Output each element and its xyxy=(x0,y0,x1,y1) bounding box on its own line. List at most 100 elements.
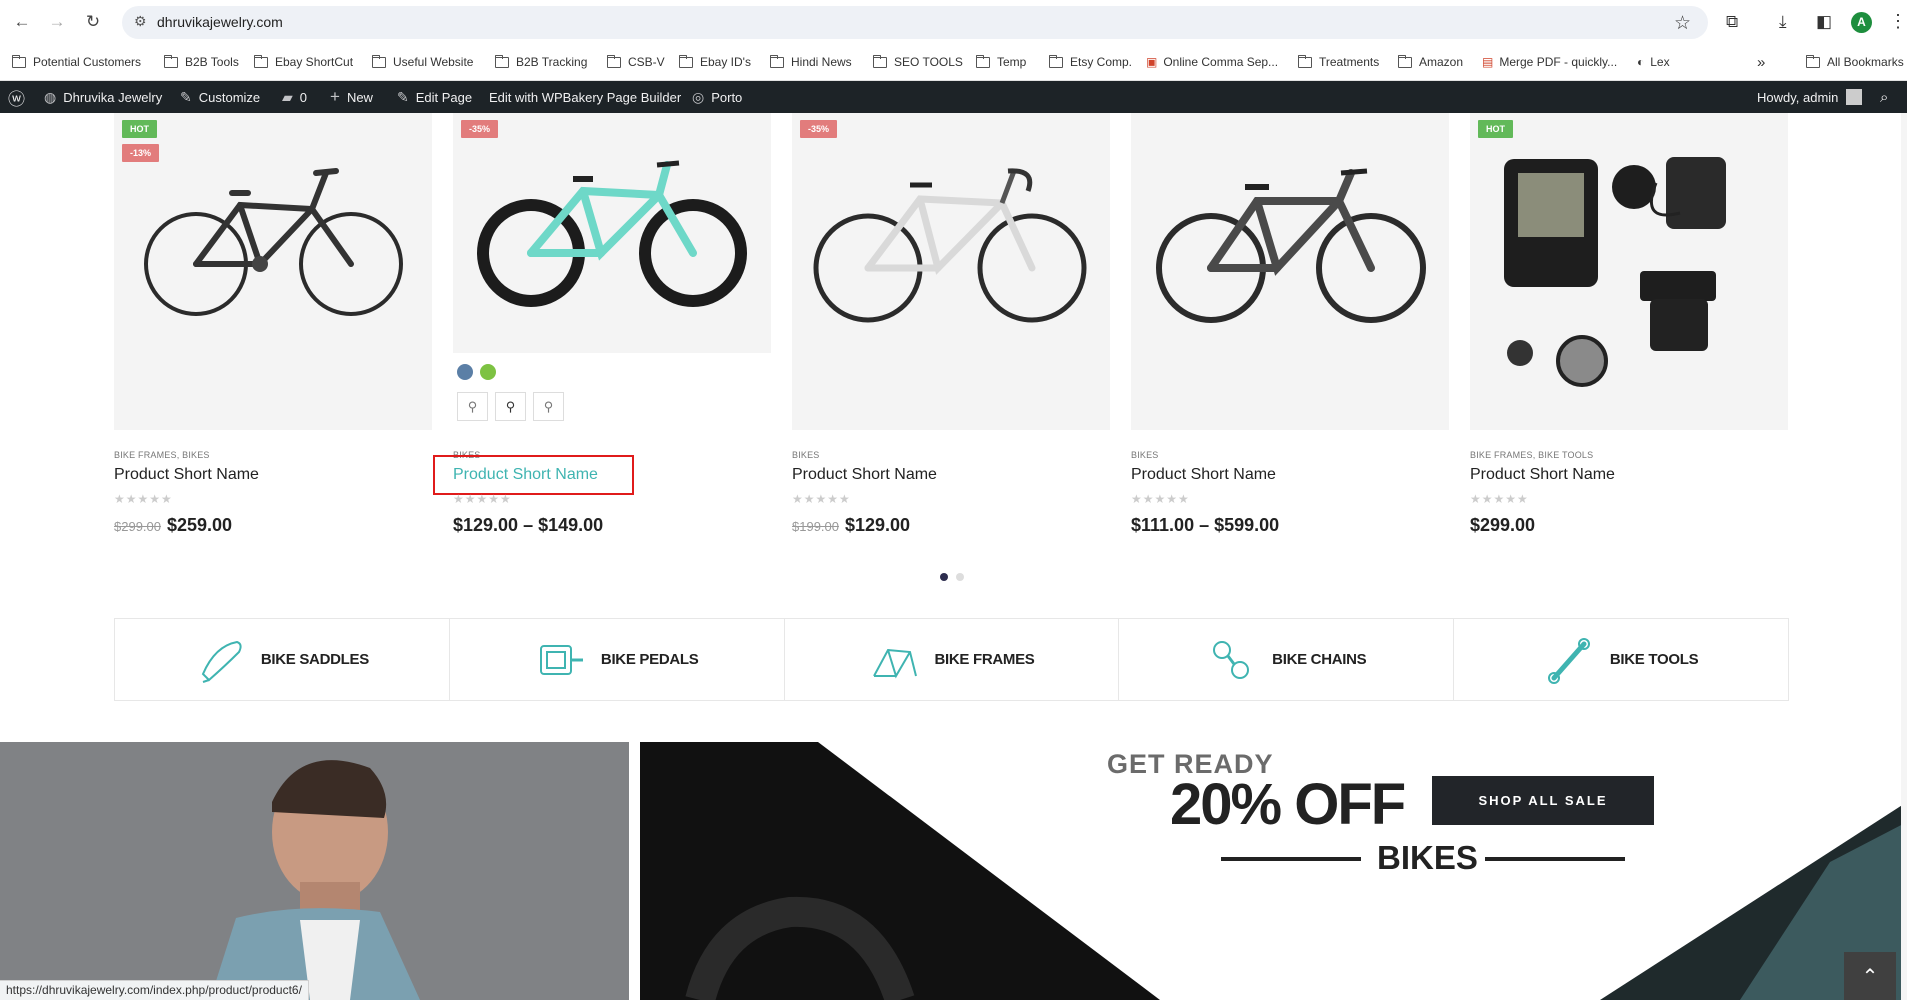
color-swatch[interactable] xyxy=(457,364,473,380)
address-text[interactable]: dhruvikajewelry.com xyxy=(157,14,283,30)
bike-thumbnail-icon[interactable]: ⚲ xyxy=(495,392,526,421)
bookmark-folder[interactable]: Amazon xyxy=(1398,52,1463,72)
category-bike-pedals[interactable]: BIKE PEDALS xyxy=(450,619,785,700)
search-icon[interactable]: ⌕ xyxy=(1880,81,1888,113)
back-arrow-icon[interactable]: ← xyxy=(11,11,33,33)
back-to-top-icon[interactable]: ⌃ xyxy=(1844,952,1896,1000)
bookmark-folder[interactable]: Hindi News xyxy=(770,52,852,72)
decorative-line xyxy=(1221,857,1361,861)
reload-icon[interactable]: ↻ xyxy=(82,11,104,33)
pencil-icon: ✎ xyxy=(397,88,409,105)
address-bar[interactable] xyxy=(122,6,1708,39)
current-price: $111.00 – $599.00 xyxy=(1131,515,1280,535)
current-price: $129.00 – $149.00 xyxy=(453,515,604,535)
bike-illustration xyxy=(144,168,403,316)
product-price: $111.00 – $599.00 xyxy=(1131,515,1279,536)
bookmark-folder[interactable]: Useful Website xyxy=(372,52,473,72)
carousel-dot[interactable] xyxy=(956,573,964,581)
customize-link[interactable]: ✎ Customize xyxy=(180,81,260,113)
bookmark-star-icon[interactable]: ☆ xyxy=(1674,12,1691,35)
product-name[interactable]: Product Short Name xyxy=(792,466,937,484)
dashboard-icon: ◍ xyxy=(44,88,57,105)
category-bike-chains[interactable]: BIKE CHAINS xyxy=(1119,619,1455,700)
bookmark-link[interactable]: ◐ Lex xyxy=(1637,52,1670,72)
category-bike-frames[interactable]: BIKE FRAMES xyxy=(785,619,1120,700)
site-info-icon[interactable]: ⚙ xyxy=(134,13,152,31)
product-name[interactable]: Product Short Name xyxy=(1470,466,1615,484)
category-bike-tools[interactable]: BIKE TOOLS xyxy=(1454,619,1788,700)
bookmark-link[interactable]: ▣ Online Comma Sep... xyxy=(1146,52,1278,72)
bookmark-folder[interactable]: Etsy Comp. xyxy=(1049,52,1132,72)
site-name-link[interactable]: ◍ Dhruvika Jewelry xyxy=(44,81,162,113)
all-bookmarks[interactable]: All Bookmarks xyxy=(1806,52,1904,72)
new-content-link[interactable]: + New xyxy=(330,81,373,113)
promo-banner-left[interactable] xyxy=(0,742,629,1000)
bookmark-folder[interactable]: Temp xyxy=(976,52,1026,72)
download-icon[interactable]: ⤓ xyxy=(1779,12,1787,32)
wordpress-logo-icon[interactable]: ⓦ xyxy=(8,81,25,113)
man-photo xyxy=(0,742,629,1000)
category-strip: BIKE SADDLES BIKE PEDALS BIKE FRAMES BIK… xyxy=(114,618,1789,701)
bookmark-folder[interactable]: B2B Tracking xyxy=(495,52,587,72)
rating-stars: ★★★★★ xyxy=(1131,492,1190,506)
theme-link[interactable]: ◎ Porto xyxy=(692,81,742,113)
wrench-icon xyxy=(1547,637,1590,684)
porto-icon: ◎ xyxy=(692,88,705,105)
bookmark-folder[interactable]: Ebay ShortCut xyxy=(254,52,353,72)
decorative-line xyxy=(1485,857,1625,861)
bike-illustration xyxy=(1156,168,1426,323)
forward-arrow-icon[interactable]: → xyxy=(46,11,68,33)
folder-icon xyxy=(372,54,386,68)
product-image[interactable]: -35% xyxy=(453,113,771,353)
product-categories[interactable]: BIKES xyxy=(792,450,820,460)
category-bike-saddles[interactable]: BIKE SADDLES xyxy=(115,619,450,700)
folder-icon xyxy=(1049,54,1063,68)
shop-all-sale-button[interactable]: SHOP ALL SALE xyxy=(1432,776,1654,825)
profile-avatar[interactable]: A xyxy=(1851,12,1872,33)
product-price: $299.00 xyxy=(1470,515,1535,536)
side-panel-icon[interactable]: ◧ xyxy=(1816,12,1832,32)
chain-icon xyxy=(1213,640,1250,679)
color-swatch[interactable] xyxy=(480,364,496,380)
old-price: $199.00 xyxy=(792,519,839,534)
bookmark-folder[interactable]: CSB-V xyxy=(607,52,665,72)
wpbakery-link[interactable]: Edit with WPBakery Page Builder xyxy=(489,81,681,113)
product-categories[interactable]: BIKES xyxy=(1131,450,1159,460)
browser-menu-icon[interactable]: ⋮ xyxy=(1889,11,1907,32)
edit-page-link[interactable]: ✎ Edit Page xyxy=(397,81,472,113)
bookmark-folder[interactable]: SEO TOOLS xyxy=(873,52,963,72)
product-name[interactable]: Product Short Name xyxy=(1131,466,1276,484)
folder-icon xyxy=(12,54,26,68)
pedal-icon xyxy=(539,644,583,675)
bookmark-folder[interactable]: Treatments xyxy=(1298,52,1379,72)
current-price: $299.00 xyxy=(1470,515,1536,535)
product-image[interactable]: -35% xyxy=(792,113,1110,430)
page-icon: ▣ xyxy=(1146,55,1158,69)
current-price: $129.00 xyxy=(845,515,911,535)
rating-stars: ★★★★★ xyxy=(453,492,512,506)
sale-badge: -13% xyxy=(122,144,160,162)
bookmark-folder[interactable]: Ebay ID's xyxy=(679,52,751,72)
product-categories[interactable]: BIKE FRAMES, BIKES xyxy=(114,450,210,460)
bike-thumbnail-icon[interactable]: ⚲ xyxy=(457,392,488,421)
bookmark-folder[interactable]: Potential Customers xyxy=(12,52,141,72)
comments-link[interactable]: ▰ 0 xyxy=(282,81,307,113)
folder-icon xyxy=(1806,54,1820,68)
bookmark-folder[interactable]: B2B Tools xyxy=(164,52,239,72)
product-name[interactable]: Product Short Name xyxy=(114,466,259,484)
carousel-dot-active[interactable] xyxy=(940,573,948,581)
bike-thumbnail-icon[interactable]: ⚲ xyxy=(533,392,564,421)
hot-badge: HOT xyxy=(122,120,157,138)
plus-icon: + xyxy=(330,87,340,106)
bookmark-link[interactable]: ▤ Merge PDF - quickly... xyxy=(1482,52,1617,72)
product-image[interactable] xyxy=(1131,113,1449,430)
page-scrollbar[interactable] xyxy=(1901,113,1907,1000)
rating-stars: ★★★★★ xyxy=(792,492,851,506)
product-categories[interactable]: BIKE FRAMES, BIKE TOOLS xyxy=(1470,450,1593,460)
more-bookmarks-icon[interactable]: » xyxy=(1757,52,1765,72)
extensions-icon[interactable]: ⧉ xyxy=(1726,12,1738,32)
product-image[interactable]: HOT -13% xyxy=(114,113,432,430)
page-content: ‹ › HOT -13% BIKE FRAMES, BIKES Product … xyxy=(0,113,1907,1000)
account-menu[interactable]: Howdy, admin xyxy=(1757,81,1863,113)
product-image[interactable]: HOT xyxy=(1470,113,1788,430)
